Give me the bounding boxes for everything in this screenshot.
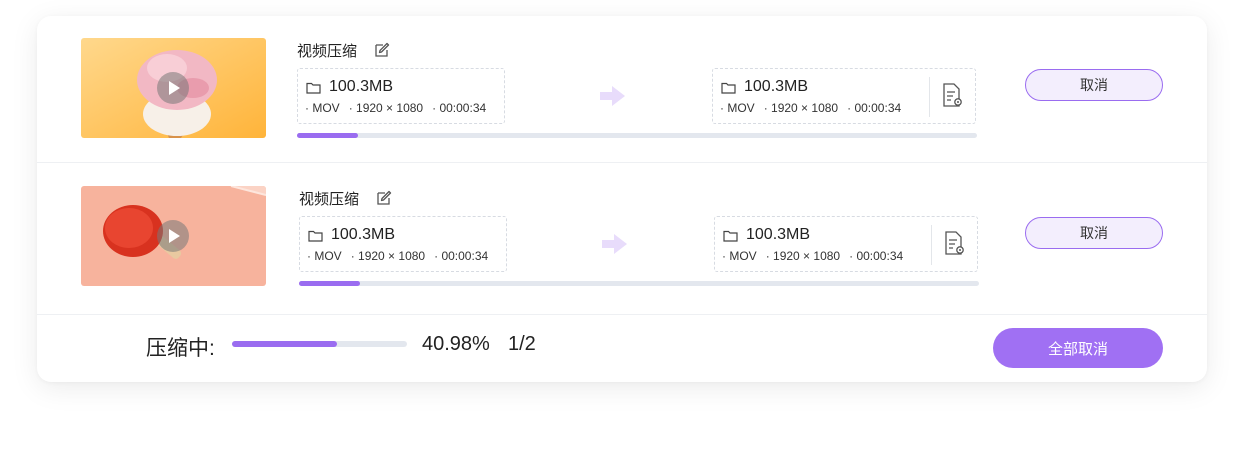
task-progress-bar bbox=[299, 281, 979, 286]
video-thumbnail[interactable] bbox=[81, 186, 266, 286]
compression-panel: 视频压缩 100.3MB · MOV · 1920 × 1080 · 00:00… bbox=[37, 16, 1207, 382]
folder-icon bbox=[723, 230, 738, 242]
output-format: · MOV bbox=[720, 101, 755, 115]
source-format: · MOV bbox=[307, 249, 342, 263]
source-resolution: · 1920 × 1080 bbox=[350, 249, 426, 263]
task-progress-bar bbox=[297, 133, 977, 138]
folder-icon bbox=[308, 230, 323, 242]
output-info: 100.3MB · MOV · 1920 × 1080 · 00:00:34 bbox=[712, 68, 976, 124]
overall-progress-fill bbox=[232, 341, 337, 347]
divider bbox=[37, 314, 1207, 315]
folder-icon bbox=[721, 82, 736, 94]
task-progress-fill bbox=[297, 133, 359, 138]
overall-percent: 40.98% bbox=[422, 333, 490, 355]
task-progress-fill bbox=[299, 281, 361, 286]
task-row: 视频压缩 100.3MB · MOV · 1920 × 1080 · 00:00… bbox=[37, 16, 1207, 164]
output-resolution: · 1920 × 1080 bbox=[763, 101, 839, 115]
arrow-right-icon bbox=[602, 234, 627, 254]
source-resolution: · 1920 × 1080 bbox=[348, 101, 424, 115]
cancel-button[interactable]: 取消 bbox=[1025, 217, 1163, 249]
arrow-right-icon bbox=[600, 86, 625, 106]
source-info: 100.3MB · MOV · 1920 × 1080 · 00:00:34 bbox=[297, 68, 505, 124]
cancel-button[interactable]: 取消 bbox=[1025, 69, 1163, 101]
source-size: 100.3MB bbox=[331, 226, 396, 243]
output-duration: · 00:00:34 bbox=[847, 101, 902, 115]
edit-icon[interactable] bbox=[373, 41, 391, 59]
play-icon[interactable] bbox=[157, 72, 189, 104]
file-settings-icon bbox=[945, 231, 964, 255]
output-size: 100.3MB bbox=[746, 226, 811, 243]
task-row: 视频压缩 100.3MB · MOV · 1920 × 1080 · 00:00… bbox=[37, 164, 1207, 312]
source-info: 100.3MB · MOV · 1920 × 1080 · 00:00:34 bbox=[299, 216, 507, 272]
output-info: 100.3MB · MOV · 1920 × 1080 · 00:00:34 bbox=[714, 216, 978, 272]
output-duration: · 00:00:34 bbox=[849, 249, 904, 263]
source-size: 100.3MB bbox=[329, 78, 394, 95]
output-resolution: · 1920 × 1080 bbox=[765, 249, 841, 263]
output-settings-button[interactable] bbox=[931, 225, 977, 265]
output-settings-button[interactable] bbox=[929, 77, 975, 117]
source-duration: · 00:00:34 bbox=[432, 101, 487, 115]
play-icon[interactable] bbox=[157, 220, 189, 252]
video-thumbnail[interactable] bbox=[81, 38, 266, 138]
output-size: 100.3MB bbox=[744, 78, 809, 95]
source-duration: · 00:00:34 bbox=[434, 249, 489, 263]
file-settings-icon bbox=[943, 83, 962, 107]
edit-icon[interactable] bbox=[375, 189, 393, 207]
status-footer: 压缩中: 40.98% 1/2 全部取消 bbox=[37, 316, 1207, 382]
task-title: 视频压缩 bbox=[299, 191, 360, 208]
folder-icon bbox=[306, 82, 321, 94]
divider bbox=[37, 162, 1207, 163]
task-title: 视频压缩 bbox=[297, 43, 358, 60]
overall-progress-bar bbox=[232, 341, 407, 347]
source-format: · MOV bbox=[305, 101, 340, 115]
output-format: · MOV bbox=[722, 249, 757, 263]
cancel-all-button[interactable]: 全部取消 bbox=[993, 328, 1163, 368]
task-count: 1/2 bbox=[508, 333, 536, 355]
status-label: 压缩中: bbox=[146, 337, 215, 360]
